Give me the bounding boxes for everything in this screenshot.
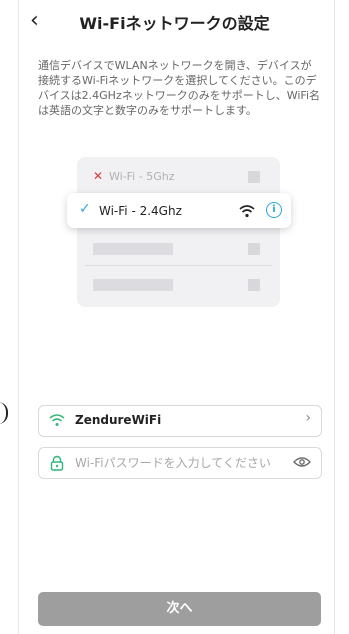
placeholder-bar: [93, 243, 173, 255]
wifi-icon: [49, 414, 65, 426]
cross-icon: ✕: [93, 169, 104, 183]
left-edge-divider: [18, 0, 19, 634]
wifi-network-name: ZendureWiFi: [75, 413, 162, 427]
illustration-divider: [85, 265, 272, 266]
placeholder-square: [248, 171, 260, 183]
info-icon: i: [266, 202, 282, 218]
right-edge-divider: [334, 0, 335, 634]
instruction-text: 通信デバイスでWLANネットワークを開き、デバイスが接続するWi-Fiネットワー…: [38, 59, 321, 117]
chevron-right-icon: ›: [305, 410, 311, 426]
illustration-label-5g: Wi-Fi - 5Ghz: [109, 170, 175, 183]
placeholder-square: [248, 279, 260, 291]
wifi-list-illustration: ✕ Wi-Fi - 5Ghz: [77, 157, 280, 307]
illustration-row-5g: ✕ Wi-Fi - 5Ghz: [85, 161, 272, 191]
wifi-icon: [239, 205, 255, 218]
header: ‹ Wi-Fiネットワークの設定: [0, 0, 349, 46]
check-icon: ✓: [79, 201, 91, 217]
next-button[interactable]: 次へ: [38, 592, 321, 626]
password-input[interactable]: [75, 453, 275, 473]
eye-icon[interactable]: [293, 456, 311, 468]
placeholder-bar: [93, 279, 173, 291]
placeholder-square: [248, 243, 260, 255]
password-field-container: [38, 447, 322, 479]
page-title: Wi-Fiネットワークの設定: [79, 14, 270, 33]
wifi-network-selector[interactable]: ZendureWiFi ›: [38, 405, 322, 437]
illustration-row-24g: ✓ Wi-Fi - 2.4Ghz i: [67, 193, 291, 228]
illustration-label-24g: Wi-Fi - 2.4Ghz: [99, 204, 182, 218]
lock-icon: [50, 455, 64, 471]
illustration-row-placeholder: [85, 269, 272, 299]
edge-handle: [0, 402, 8, 424]
illustration-row-placeholder: [85, 233, 272, 263]
